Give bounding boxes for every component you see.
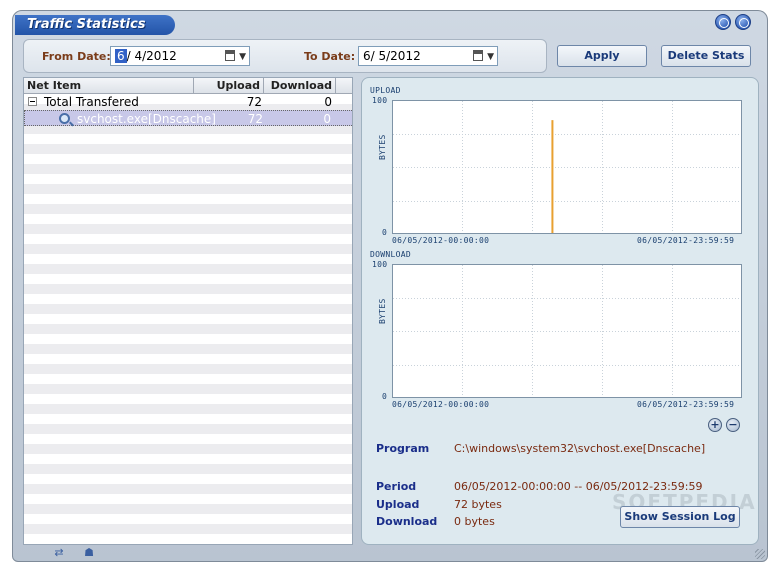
download-chart-ymin: 0 — [382, 392, 388, 401]
table-row[interactable]: svchost.exe[Dnscache] 72 0 — [24, 110, 352, 126]
download-chart-title: DOWNLOAD — [370, 250, 411, 259]
delete-stats-button[interactable]: Delete Stats — [661, 45, 751, 67]
column-header-net-item[interactable]: Net Item — [24, 78, 194, 94]
column-header-download[interactable]: Download — [264, 78, 336, 94]
net-item-table: Net Item Upload Download Total Transfere… — [23, 77, 353, 545]
resize-grip-icon[interactable] — [755, 549, 765, 559]
row-download: 0 — [324, 95, 332, 109]
to-date-value: 6/ 5/2012 — [363, 49, 421, 63]
row-download: 0 — [323, 112, 331, 126]
upload-chart-x-end: 06/05/2012-23:59:59 — [637, 236, 735, 245]
collapse-icon[interactable] — [28, 97, 37, 106]
row-upload: 72 — [247, 112, 263, 126]
program-value: C:\windows\system32\svchost.exe[Dnscache… — [454, 442, 706, 455]
status-bar: ⇄ ☗ — [23, 545, 353, 561]
show-session-log-button[interactable]: Show Session Log — [620, 506, 740, 528]
download-chart-x-end: 06/05/2012-23:59:59 — [637, 400, 735, 409]
upload-chart-x-start: 06/05/2012-00:00:00 — [392, 236, 490, 245]
apply-button[interactable]: Apply — [557, 45, 647, 67]
download-chart-ymax: 100 — [372, 260, 388, 269]
date-toolbar: From Date: 6/ 4/2012 ▼ To Date: 6/ 5/201… — [23, 39, 547, 73]
upload-chart-ymin: 0 — [382, 228, 388, 237]
zoom-out-icon[interactable]: − — [726, 418, 740, 432]
calendar-icon[interactable] — [225, 50, 235, 61]
download-chart-x-start: 06/05/2012-00:00:00 — [392, 400, 490, 409]
upload-value: 72 bytes — [454, 498, 502, 511]
window-title: Traffic Statistics — [15, 15, 175, 35]
from-date-month[interactable]: 6 — [115, 49, 127, 63]
period-label: Period — [376, 480, 417, 493]
download-chart-ylabel: BYTES — [378, 298, 387, 324]
close-icon[interactable] — [735, 14, 751, 30]
from-date-picker[interactable]: 6/ 4/2012 ▼ — [110, 46, 250, 66]
download-value: 0 bytes — [454, 515, 495, 528]
download-label: Download — [376, 515, 438, 528]
upload-label: Upload — [376, 498, 420, 511]
minimize-icon[interactable] — [715, 14, 731, 30]
chevron-down-icon[interactable]: ▼ — [487, 48, 494, 66]
row-upload: 72 — [246, 95, 262, 109]
details-panel: UPLOAD 100 BYTES 0 06/05/2012-00:00:00 0… — [361, 77, 759, 545]
from-date-rest: / 4/2012 — [126, 49, 177, 63]
to-date-picker[interactable]: 6/ 5/2012 ▼ — [358, 46, 498, 66]
upload-chart-title: UPLOAD — [370, 86, 401, 95]
calendar-icon[interactable] — [473, 50, 483, 61]
chevron-down-icon[interactable]: ▼ — [239, 48, 246, 66]
app-window: Traffic Statistics From Date: 6/ 4/2012 … — [12, 10, 768, 562]
transfer-icon[interactable]: ⇄ — [51, 547, 67, 559]
row-name: Total Transfered — [44, 95, 139, 109]
upload-chart-ymax: 100 — [372, 96, 388, 105]
table-row[interactable]: Total Transfered 72 0 — [24, 94, 352, 110]
title-bar: Traffic Statistics — [13, 11, 769, 41]
upload-chart — [392, 100, 742, 234]
download-chart — [392, 264, 742, 398]
from-date-label: From Date: — [42, 50, 111, 63]
upload-chart-ylabel: BYTES — [378, 134, 387, 160]
zoom-in-icon[interactable]: + — [708, 418, 722, 432]
user-icon[interactable]: ☗ — [81, 547, 97, 559]
program-label: Program — [376, 442, 430, 455]
table-header: Net Item Upload Download — [24, 78, 352, 94]
magnifier-icon — [59, 113, 70, 124]
column-header-upload[interactable]: Upload — [194, 78, 264, 94]
to-date-label: To Date: — [304, 50, 356, 63]
table-body: Total Transfered 72 0 svchost.exe[Dnscac… — [24, 94, 352, 544]
